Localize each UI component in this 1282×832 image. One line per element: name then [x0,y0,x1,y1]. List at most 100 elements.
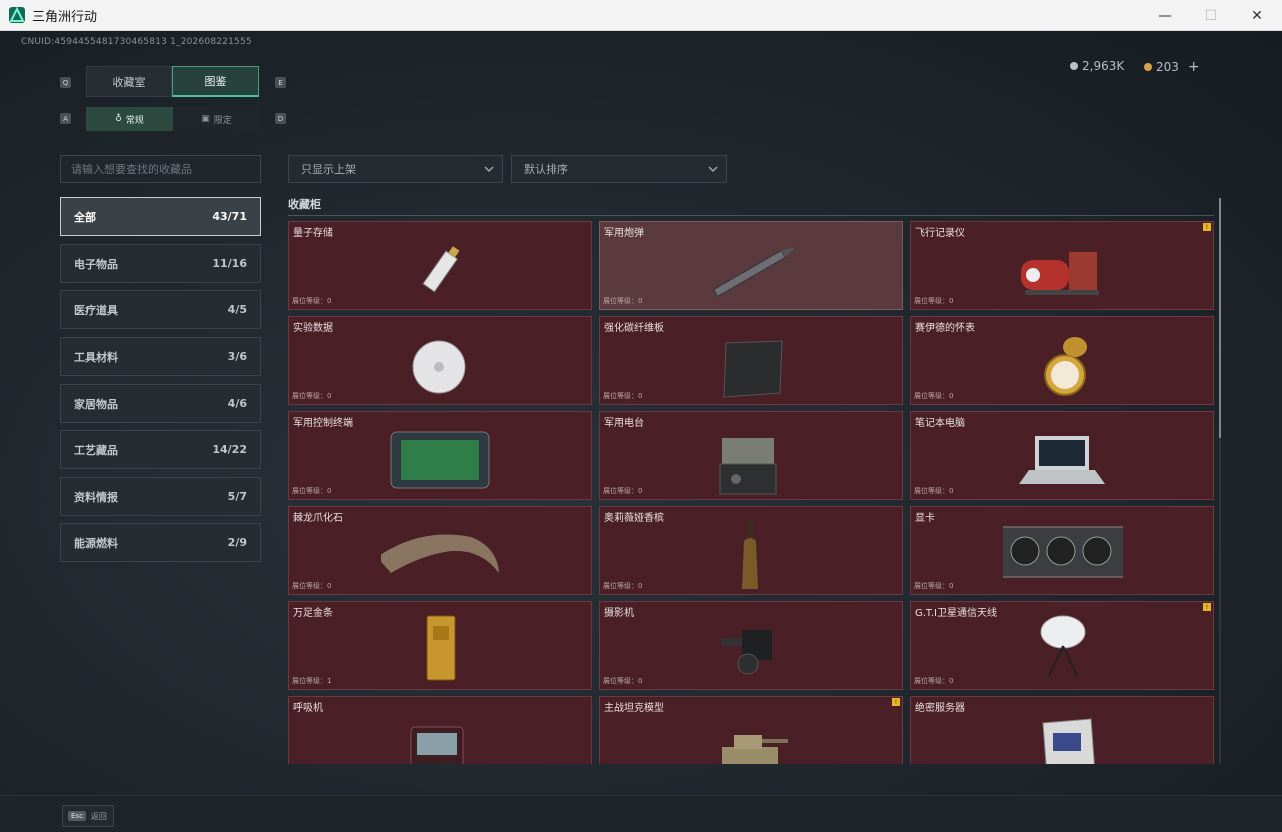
maximize-button[interactable]: ☐ [1188,0,1234,31]
item-name: 实验数据 [293,323,333,334]
filter-dropdown-listed[interactable]: 只显示上架 [288,155,503,183]
category-all[interactable]: 全部 43/71 [60,197,261,236]
item-name: 量子存储 [293,228,333,239]
item-card[interactable]: 军用控制终端 展位等级：0 [288,411,592,500]
item-card[interactable]: G.T.I卫星通信天线 ! 展位等级：0 [910,601,1214,690]
item-level: 展位等级：1 [292,677,332,685]
item-name: 飞行记录仪 [915,228,965,239]
category-medical[interactable]: 医疗道具 4/5 [60,290,261,329]
item-name: 强化碳纤维板 [604,323,664,334]
category-household[interactable]: 家居物品 4/6 [60,384,261,423]
category-label: 资料情报 [74,490,118,504]
subtab-limited[interactable]: ▣ 限定 [173,107,260,131]
server-board-icon [1042,718,1095,764]
minimize-button[interactable]: — [1142,0,1188,31]
new-badge-icon: ! [1203,603,1211,611]
add-currency-button[interactable]: + [1188,59,1200,75]
item-level: 展位等级：0 [914,392,954,400]
item-name: 奥莉薇娅香槟 [604,513,664,524]
item-level: 展位等级：0 [914,677,954,685]
item-name: 显卡 [915,513,935,524]
item-card[interactable]: 笔记本电脑 展位等级：0 [910,411,1214,500]
item-card[interactable]: 飞行记录仪 ! 展位等级：0 [910,221,1214,310]
category-label: 全部 [74,210,96,224]
item-card[interactable]: 量子存储 展位等级：0 [288,221,592,310]
flask-icon: ♁ [115,114,122,124]
subtab-regular[interactable]: ♁ 常规 [86,107,173,131]
back-button[interactable]: Esc 返回 [62,805,114,827]
chevron-down-icon [484,166,494,172]
ventilator-icon [410,726,464,764]
chevron-down-icon [708,166,718,172]
sort-dropdown-label: 默认排序 [524,163,568,176]
category-count: 3/6 [227,350,247,363]
item-name: 军用炮弹 [604,228,644,239]
item-card[interactable]: 摄影机 展位等级：0 [599,601,903,690]
maximize-icon: ☐ [1204,7,1218,24]
item-name: 笔记本电脑 [915,418,965,429]
item-name: G.T.I卫星通信天线 [915,608,997,619]
item-name: 绝密服务器 [915,703,965,714]
item-card[interactable]: 显卡 展位等级：0 [910,506,1214,595]
tab-codex[interactable]: 图鉴 [172,66,259,97]
category-count: 11/16 [212,257,247,270]
item-level: 展位等级：0 [292,582,332,590]
claw-fossil-icon [381,534,499,573]
item-card[interactable]: 万足金条 展位等级：1 [288,601,592,690]
gold-bar-icon [426,615,456,681]
item-card[interactable]: 赛伊德的怀表 展位等级：0 [910,316,1214,405]
pocket-watch-icon [1044,337,1087,396]
item-name: 主战坦克模型 [604,703,664,714]
item-card[interactable]: 军用电台 展位等级：0 [599,411,903,500]
key-hint-e: E [275,77,286,88]
item-level: 展位等级：0 [292,392,332,400]
close-icon: ✕ [1251,7,1263,24]
key-hint-q: Q [60,77,71,88]
category-label: 工艺藏品 [74,443,118,457]
tank-model-icon [722,735,788,764]
gold-currency: 203 + [1144,59,1200,75]
item-card[interactable]: 强化碳纤维板 展位等级：0 [599,316,903,405]
video-camera-icon [722,630,772,675]
item-name: 万足金条 [293,608,333,619]
champagne-bottle-icon [742,519,758,589]
silver-amount: 2,963K [1082,59,1125,73]
category-count: 2/9 [227,536,247,549]
item-card[interactable]: 奥莉薇娅香槟 展位等级：0 [599,506,903,595]
item-level: 展位等级：0 [603,487,643,495]
category-electronics[interactable]: 电子物品 11/16 [60,244,261,283]
scrollbar-thumb[interactable] [1219,198,1221,438]
data-disc-icon [412,340,466,394]
category-intel[interactable]: 资料情报 5/7 [60,477,261,516]
military-radio-icon [719,438,777,495]
key-hint-d: D [275,113,286,124]
category-tools[interactable]: 工具材料 3/6 [60,337,261,376]
search-input[interactable]: 请输入想要查找的收藏品 [60,155,261,183]
new-badge-icon: ! [1203,223,1211,231]
item-name: 呼吸机 [293,703,323,714]
category-count: 4/5 [227,303,247,316]
item-level: 展位等级：0 [914,582,954,590]
item-card[interactable]: 绝密服务器 [910,696,1214,764]
laptop-icon [1019,436,1105,484]
item-card[interactable]: 棘龙爪化石 展位等级：0 [288,506,592,595]
sort-dropdown[interactable]: 默认排序 [511,155,727,183]
close-button[interactable]: ✕ [1234,0,1280,31]
item-level: 展位等级：0 [603,297,643,305]
minimize-icon: — [1158,7,1172,24]
category-count: 5/7 [227,490,247,503]
section-title: 收藏柜 [288,198,321,211]
category-crafts[interactable]: 工艺藏品 14/22 [60,430,261,469]
item-card[interactable]: 军用炮弹 展位等级：0 [599,221,903,310]
item-card[interactable]: 实验数据 展位等级：0 [288,316,592,405]
item-card[interactable]: 主战坦克模型 ! [599,696,903,764]
item-level: 展位等级：0 [292,297,332,305]
tab-collection-room[interactable]: 收藏室 [86,66,172,97]
item-level: 展位等级：0 [914,487,954,495]
section-divider [288,215,1214,216]
item-name: 棘龙爪化石 [293,513,343,524]
category-energy[interactable]: 能源燃料 2/9 [60,523,261,562]
item-card[interactable]: 呼吸机 [288,696,592,764]
user-id-label: CNUID:4594455481730465813 1_202608221555 [21,37,252,47]
flight-recorder-icon [1021,252,1099,295]
